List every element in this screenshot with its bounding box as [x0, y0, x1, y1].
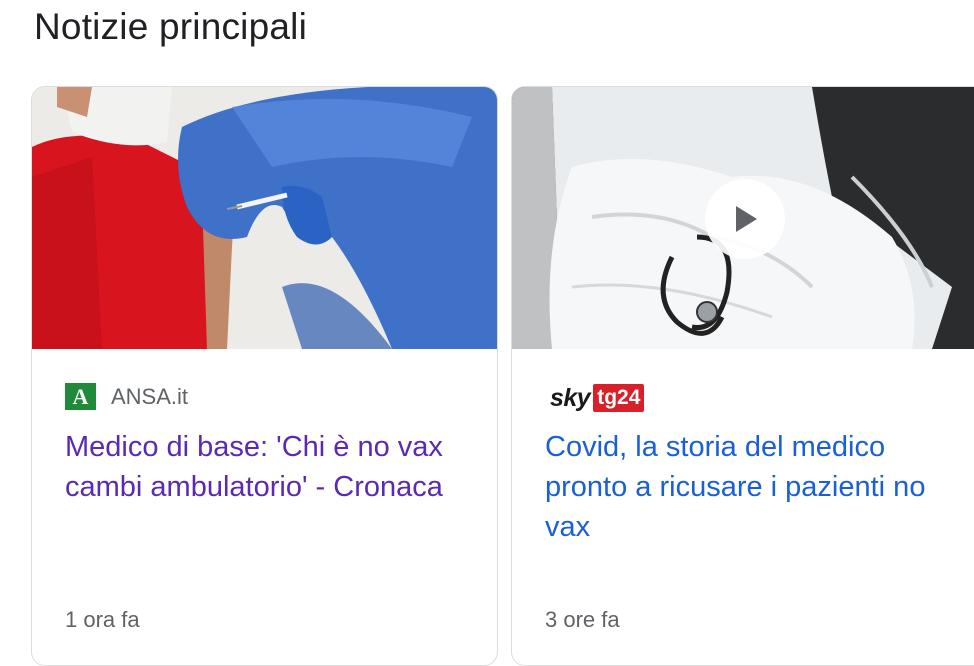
headline-link[interactable]: Covid, la storia del medico pronto a ric…	[545, 427, 965, 547]
timestamp: 3 ore fa	[545, 607, 620, 632]
source-row: A ANSA.it	[65, 383, 188, 410]
source-row: sky tg24	[550, 383, 645, 413]
source-name: ANSA.it	[111, 383, 189, 409]
play-icon[interactable]	[705, 179, 785, 259]
headline-link[interactable]: Medico di base: 'Chi è no vax cambi ambu…	[65, 427, 485, 507]
stethoscope-photo[interactable]	[512, 87, 974, 349]
sky-logo-text: sky	[550, 383, 591, 412]
tg24-badge: tg24	[593, 384, 645, 412]
vaccination-photo[interactable]	[32, 87, 497, 349]
ansa-logo: A	[65, 383, 96, 410]
skytg24-logo: sky tg24	[550, 383, 645, 413]
news-card-skytg24[interactable]: sky tg24 Covid, la storia del medico pro…	[511, 86, 974, 666]
section-title: Notizie principali	[34, 6, 307, 47]
timestamp: 1 ora fa	[65, 607, 140, 632]
news-card-ansa[interactable]: A ANSA.it Medico di base: 'Chi è no vax …	[31, 86, 498, 666]
